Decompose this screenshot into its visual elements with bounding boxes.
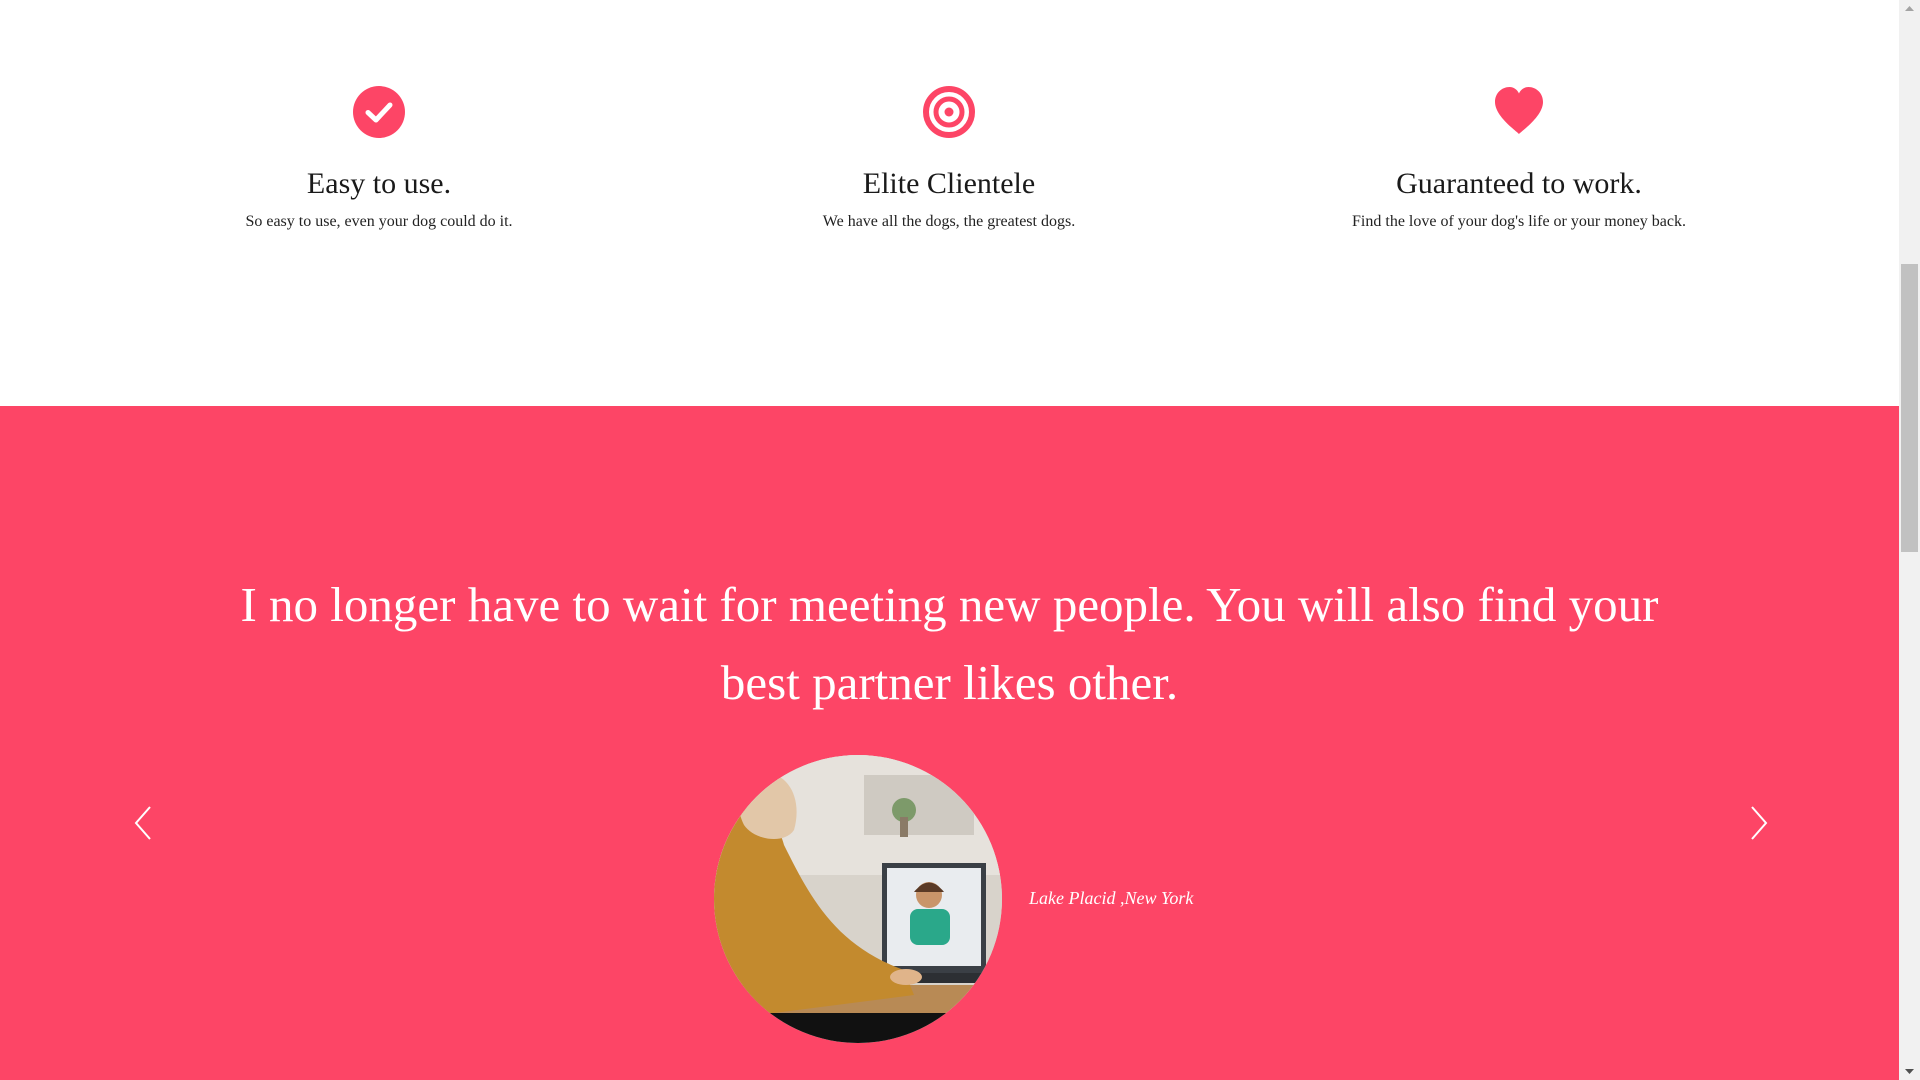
feature-easy-to-use: Easy to use. So easy to use, even your d… [119,84,639,232]
scroll-down-button[interactable] [1899,1063,1920,1080]
carousel-prev-button[interactable] [128,801,158,845]
feature-guaranteed: Guaranteed to work. Find the love of you… [1259,84,1779,232]
chevron-left-icon [134,806,151,840]
testimonial-carousel: I no longer have to wait for meeting new… [0,406,1899,1080]
scroll-up-button[interactable] [1899,0,1920,17]
feature-description: So easy to use, even your dog could do i… [245,213,513,230]
scroll-up-arrow-icon [1905,6,1914,11]
target-icon [923,86,975,138]
chevron-right-icon [1751,806,1768,840]
testimonial-quote: I no longer have to wait for meeting new… [240,577,1659,710]
feature-title: Elite Clientele [862,167,1036,200]
feature-description: Find the love of your dog's life or your… [1352,213,1686,230]
features-section: Easy to use. So easy to use, even your d… [0,0,1899,406]
carousel-next-button[interactable] [1744,801,1774,845]
check-circle-icon [353,86,405,138]
avatar-photo [714,755,1002,1043]
feature-elite-clientele: Elite Clientele We have all the dogs, th… [689,84,1209,232]
scrollbar-thumb[interactable] [1901,264,1918,552]
testimonial-location: Lake Placid ,New York [1029,888,1194,908]
vertical-scrollbar[interactable] [1899,0,1920,1080]
scroll-down-arrow-icon [1905,1069,1914,1074]
page: Easy to use. So easy to use, even your d… [0,0,1899,1080]
testimonial-avatar [714,755,1002,1043]
feature-title: Easy to use. [306,167,452,200]
feature-title: Guaranteed to work. [1396,167,1642,200]
heart-icon [1495,87,1543,134]
feature-description: We have all the dogs, the greatest dogs. [822,213,1076,230]
